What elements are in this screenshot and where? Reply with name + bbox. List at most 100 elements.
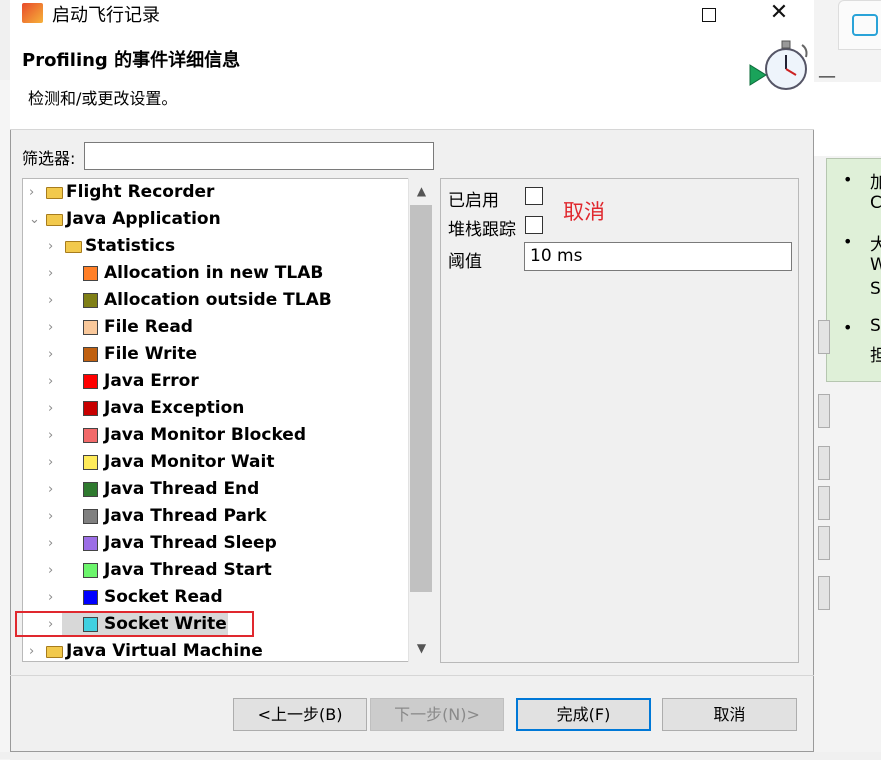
maximize-icon xyxy=(702,8,716,22)
event-color-icon xyxy=(83,509,98,524)
stopwatch-icon xyxy=(749,40,808,90)
chevron-right-icon[interactable]: › xyxy=(48,557,58,584)
app-icon xyxy=(22,3,43,23)
stacktrace-label: 堆栈跟踪 xyxy=(448,220,516,240)
event-color-icon xyxy=(83,590,98,605)
annotation-text: 取消 xyxy=(563,200,605,224)
tree-item-label: Java Exception xyxy=(104,398,245,418)
filter-input[interactable] xyxy=(84,142,434,170)
finish-button[interactable]: 完成(F) xyxy=(516,698,651,731)
background-bottom xyxy=(0,752,881,759)
chevron-right-icon[interactable]: › xyxy=(48,260,58,287)
maximize-button[interactable] xyxy=(686,0,732,30)
event-color-icon xyxy=(83,563,98,578)
tree-item-label: Java Error xyxy=(104,371,199,391)
chevron-right-icon[interactable]: › xyxy=(48,530,58,557)
tooltip-bullet: • xyxy=(843,318,853,337)
tooltip-fragment: 担 xyxy=(870,346,881,366)
tree-item[interactable]: › Java Virtual Machine xyxy=(22,638,406,665)
background-panel xyxy=(814,82,881,156)
tree-item-label: Flight Recorder xyxy=(66,182,215,202)
tv-icon xyxy=(852,14,878,36)
chevron-right-icon[interactable]: › xyxy=(48,395,58,422)
tree-item-label: Java Monitor Wait xyxy=(104,452,275,472)
chevron-right-icon[interactable]: › xyxy=(48,314,58,341)
tree-item[interactable]: › Java Thread Park xyxy=(41,503,406,530)
chevron-right-icon[interactable]: › xyxy=(29,179,39,206)
tree-item[interactable]: › Allocation outside TLAB xyxy=(41,287,406,314)
cancel-button[interactable]: 取消 xyxy=(662,698,797,731)
tree-item-label: Statistics xyxy=(85,236,176,256)
background-button[interactable] xyxy=(818,320,830,354)
event-color-icon xyxy=(83,266,98,281)
chevron-right-icon[interactable]: › xyxy=(48,368,58,395)
chevron-right-icon[interactable]: › xyxy=(48,503,58,530)
tree-item[interactable]: › File Read xyxy=(41,314,406,341)
background-button[interactable] xyxy=(818,576,830,610)
chevron-right-icon[interactable]: › xyxy=(29,638,39,665)
tree-item[interactable]: › File Write xyxy=(41,341,406,368)
folder-icon xyxy=(65,241,82,253)
tree-item-label: Socket Read xyxy=(104,587,223,607)
tree-item-label: Java Thread Start xyxy=(104,560,272,580)
chevron-right-icon[interactable]: › xyxy=(48,341,58,368)
background-button[interactable] xyxy=(818,394,830,428)
chevron-down-icon[interactable]: ⌄ xyxy=(29,206,40,233)
tree-item[interactable]: › Java Monitor Wait xyxy=(41,449,406,476)
tree-item-label: Java Thread End xyxy=(104,479,260,499)
enabled-checkbox[interactable] xyxy=(525,187,543,205)
next-button[interactable]: 下一步(N)> xyxy=(370,698,504,731)
event-color-icon xyxy=(83,482,98,497)
wizard-header xyxy=(10,30,814,130)
close-button[interactable]: ✕ xyxy=(756,0,802,30)
event-color-icon xyxy=(83,536,98,551)
tooltip-fragment: S xyxy=(870,279,881,299)
tree-item[interactable]: › Java Thread End xyxy=(41,476,406,503)
page-title: Profiling 的事件详细信息 xyxy=(22,50,241,71)
tooltip-fragment: W xyxy=(870,255,881,275)
tree-item-label: Java Thread Sleep xyxy=(104,533,277,553)
event-color-icon xyxy=(83,428,98,443)
stacktrace-checkbox[interactable] xyxy=(525,216,543,234)
chevron-right-icon[interactable]: › xyxy=(48,422,58,449)
scrollbar-thumb[interactable] xyxy=(410,205,432,592)
event-color-icon xyxy=(83,320,98,335)
tooltip-bullet: • xyxy=(843,170,853,189)
close-icon: ✕ xyxy=(769,0,789,25)
folder-icon xyxy=(46,187,63,199)
tree-item[interactable]: › Java Thread Sleep xyxy=(41,530,406,557)
chevron-right-icon[interactable]: › xyxy=(48,449,58,476)
event-color-icon xyxy=(83,293,98,308)
tooltip-fragment: 加 xyxy=(870,173,881,193)
threshold-input[interactable]: 10 ms xyxy=(524,242,792,271)
background-button[interactable] xyxy=(818,486,830,520)
background-button[interactable] xyxy=(818,446,830,480)
tree-item[interactable]: › Java Thread Start xyxy=(41,557,406,584)
tree-item[interactable]: › Java Monitor Blocked xyxy=(41,422,406,449)
tree-item[interactable]: › Java Exception xyxy=(41,395,406,422)
back-button[interactable]: <上一步(B) xyxy=(233,698,367,731)
tree-item[interactable]: ⌄ Java Application xyxy=(22,206,406,233)
event-color-icon xyxy=(83,347,98,362)
folder-icon xyxy=(46,646,63,658)
scroll-up-icon[interactable]: ▲ xyxy=(409,180,434,204)
tree-item-label: Java Virtual Machine xyxy=(66,641,263,661)
event-color-icon xyxy=(83,374,98,389)
chevron-right-icon[interactable]: › xyxy=(48,476,58,503)
filter-label: 筛选器: xyxy=(22,149,76,168)
background-button[interactable] xyxy=(818,526,830,560)
tree-item[interactable]: › Statistics xyxy=(41,233,406,260)
window-title: 启动飞行记录 xyxy=(52,5,160,26)
tree-item[interactable]: › Allocation in new TLAB xyxy=(41,260,406,287)
tree-item[interactable]: › Socket Read xyxy=(41,584,406,611)
chevron-right-icon[interactable]: › xyxy=(48,287,58,314)
tree-item[interactable]: › Java Error xyxy=(41,368,406,395)
tooltip-fragment: C xyxy=(870,193,881,213)
chevron-right-icon[interactable]: › xyxy=(48,584,58,611)
chevron-right-icon[interactable]: › xyxy=(48,233,58,260)
scroll-down-icon[interactable]: ▼ xyxy=(409,637,434,661)
folder-icon xyxy=(46,214,63,226)
event-color-icon xyxy=(83,455,98,470)
tree-item[interactable]: › Flight Recorder xyxy=(22,179,406,206)
annotation-highlight-box xyxy=(15,611,254,637)
